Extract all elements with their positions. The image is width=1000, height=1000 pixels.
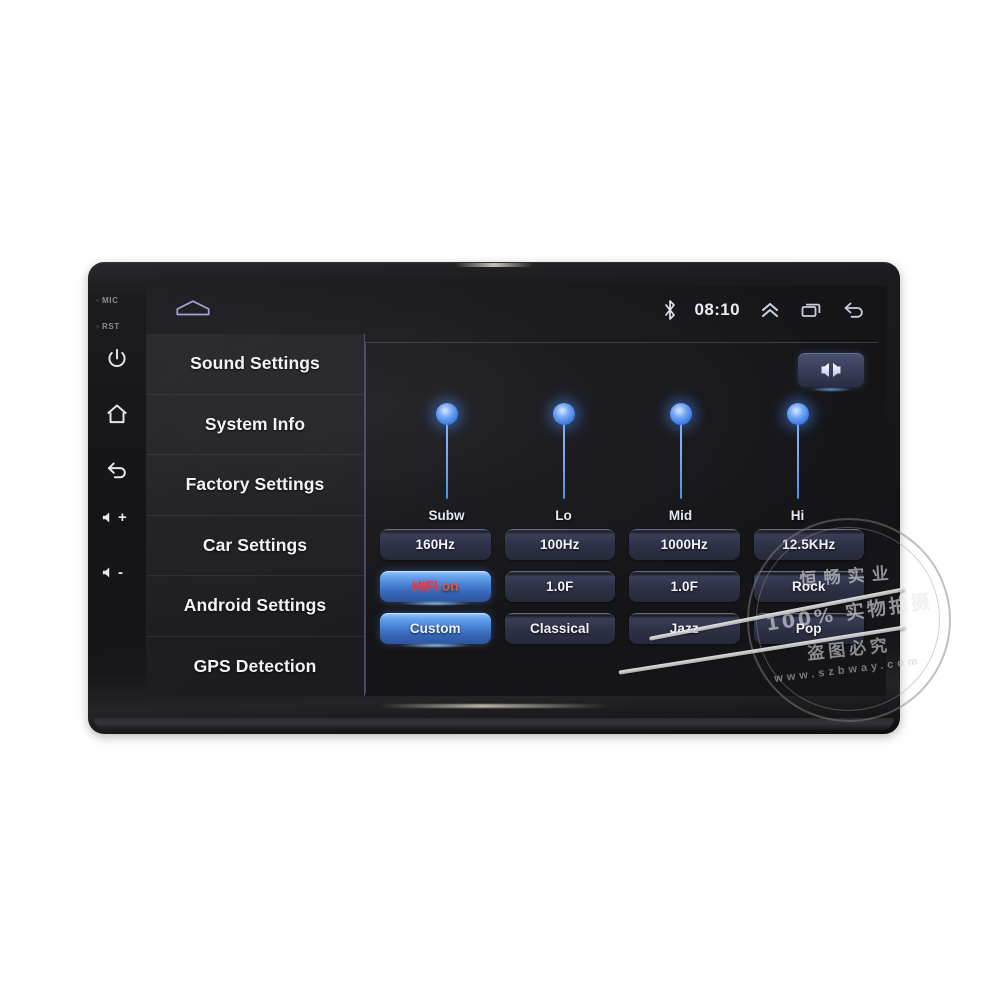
volume-down-icon[interactable]: - <box>100 564 123 581</box>
power-icon[interactable] <box>104 346 130 372</box>
eq-sliders: Subw Lo Mid Hi <box>388 401 856 523</box>
eq-slider-label: Lo <box>555 508 572 523</box>
left-bezel: MIC RST + - <box>88 262 146 734</box>
slider-track <box>445 413 448 499</box>
q-factor-button-2[interactable]: 1.0F <box>629 571 740 602</box>
sidebar-item-gps-detection[interactable]: GPS Detection <box>146 637 364 697</box>
mic-label: MIC <box>102 296 119 305</box>
slider-track <box>562 413 565 499</box>
slider-track <box>796 413 799 499</box>
eq-slider-subw[interactable]: Subw <box>388 401 505 523</box>
eq-slider-label: Hi <box>790 508 805 523</box>
settings-sidebar: Sound Settings System Info Factory Setti… <box>146 334 365 696</box>
slider-knob[interactable] <box>669 403 692 425</box>
touchscreen[interactable]: 08:10 Sound Settings System Info Factory… <box>146 286 886 696</box>
sound-settings-panel: Subw Lo Mid Hi 160Hz 100Hz 1000Hz 12.5KH… <box>365 342 878 693</box>
volume-up-plus: + <box>118 509 127 526</box>
preset-button-rock[interactable]: Rock <box>753 571 864 602</box>
sidebar-item-car-settings[interactable]: Car Settings <box>146 516 364 576</box>
preset-button-jazz[interactable]: Jazz <box>629 613 740 644</box>
eq-slider-hi[interactable]: Hi <box>739 401 856 523</box>
slider-knob[interactable] <box>552 403 575 425</box>
dual-speaker-icon <box>821 363 841 377</box>
volume-up-icon[interactable]: + <box>100 509 127 526</box>
rst-label: RST <box>102 322 120 331</box>
slider-knob[interactable] <box>435 403 458 425</box>
preset-button-pop[interactable]: Pop <box>753 613 864 644</box>
recent-apps-icon[interactable] <box>800 298 824 322</box>
mic-dot-icon <box>95 298 100 303</box>
eq-slider-lo[interactable]: Lo <box>505 401 622 523</box>
bottom-bezel-edge <box>94 718 894 730</box>
status-clock: 08:10 <box>694 300 740 319</box>
sidebar-item-sound-settings[interactable]: Sound Settings <box>146 334 364 395</box>
eq-slider-label: Mid <box>668 508 693 523</box>
slider-track <box>679 413 682 499</box>
home-outline-icon[interactable] <box>174 297 212 321</box>
freq-button-12-5khz[interactable]: 12.5KHz <box>753 529 864 560</box>
freq-button-160hz[interactable]: 160Hz <box>380 529 491 560</box>
ir-sensor-glint <box>455 263 533 267</box>
sidebar-item-android-settings[interactable]: Android Settings <box>146 576 364 637</box>
slider-knob[interactable] <box>786 403 809 425</box>
status-bar: 08:10 <box>146 286 886 334</box>
eq-button-grid: 160Hz 100Hz 1000Hz 12.5KHz HIFI on 1.0F … <box>380 529 864 648</box>
preset-button-classical[interactable]: Classical <box>504 613 615 644</box>
hifi-state: on <box>441 579 459 594</box>
freq-button-100hz[interactable]: 100Hz <box>504 529 615 560</box>
system-icons: 08:10 <box>663 286 866 334</box>
back-arrow-icon[interactable] <box>104 457 130 483</box>
eq-slider-mid[interactable]: Mid <box>622 401 739 523</box>
bottom-reflection <box>379 704 609 708</box>
home-icon[interactable] <box>104 401 130 427</box>
hifi-toggle-button[interactable]: HIFI on <box>380 571 491 606</box>
car-head-unit-device: MIC RST + - 08:10 Sound Settings System … <box>88 262 900 734</box>
sidebar-item-system-info[interactable]: System Info <box>146 395 364 455</box>
rst-dot-icon <box>95 324 100 329</box>
volume-down-minus: - <box>118 564 123 581</box>
double-chevron-up-icon[interactable] <box>758 298 782 322</box>
freq-button-1000hz[interactable]: 1000Hz <box>629 529 740 560</box>
balance-fader-button[interactable] <box>798 353 864 392</box>
bluetooth-icon <box>663 299 677 321</box>
status-back-arrow-icon[interactable] <box>842 298 866 322</box>
hifi-label: HIFI <box>411 579 438 594</box>
sidebar-item-factory-settings[interactable]: Factory Settings <box>146 455 364 516</box>
preset-button-custom[interactable]: Custom <box>380 613 491 648</box>
eq-slider-label: Subw <box>428 508 465 523</box>
q-factor-button-1[interactable]: 1.0F <box>504 571 615 602</box>
